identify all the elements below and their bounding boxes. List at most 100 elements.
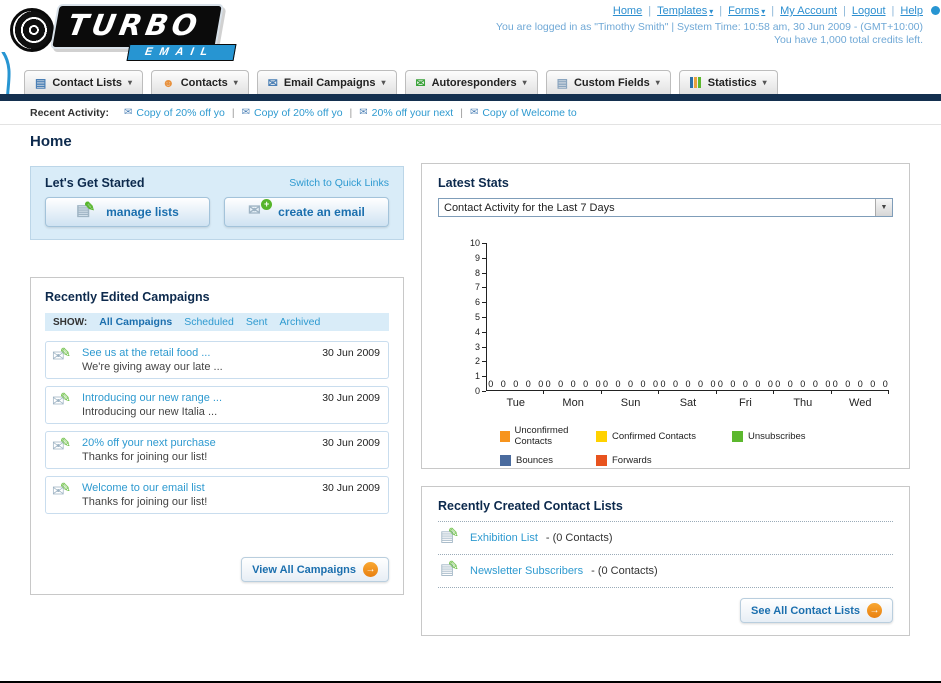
header-link-logout[interactable]: Logout	[852, 5, 886, 17]
chart-y-tick-label: 8	[475, 268, 486, 278]
filter-sent[interactable]: Sent	[246, 316, 268, 328]
stats-range-select[interactable]: Contact Activity for the Last 7 Days ▼	[438, 198, 893, 217]
contact-list-link[interactable]: Newsletter Subscribers	[470, 565, 583, 577]
campaign-date: 30 Jun 2009	[322, 437, 380, 449]
recent-activity-item[interactable]: ✉ Copy of Welcome to	[470, 107, 577, 119]
envelope-icon: ✉	[469, 107, 479, 118]
latest-stats-panel: Latest Stats Contact Activity for the La…	[421, 163, 910, 469]
chart-y-axis: 10 9 8 7 6 5 4 3 2 1 0	[460, 239, 486, 396]
legend-label: Forwards	[612, 455, 652, 466]
header-link-forms[interactable]: Forms ▾	[728, 5, 765, 17]
login-status-text: You are logged in as "Timothy Smith" | S…	[496, 21, 923, 33]
separator: |	[460, 106, 463, 119]
header-link-templates[interactable]: Templates ▾	[657, 5, 713, 17]
separator: |	[349, 106, 353, 119]
select-dropdown-arrow-icon[interactable]: ▼	[875, 199, 892, 216]
legend-label: Bounces	[516, 455, 553, 466]
header-link-help[interactable]: Help	[900, 5, 923, 17]
envelope-icon: ✉	[123, 107, 133, 118]
contact-list-count: - (0 Contacts)	[545, 532, 613, 544]
envelope-edit-icon: ✉ ✎	[52, 345, 71, 365]
chevron-down-icon: ▾	[128, 78, 133, 87]
chart-y-tick-label: 3	[475, 342, 486, 352]
chart-category-label: Wed	[849, 397, 872, 409]
contact-list-row[interactable]: ▤ ✎ Newsletter Subscribers - (0 Contacts…	[438, 554, 893, 588]
chart-value-labels: 0 0 0 0 0	[775, 379, 831, 389]
main-navigation: ▤ Contact Lists ▾ ☻ Contacts ▾ ✉ Email C…	[0, 70, 941, 94]
chart-groups: 0 0 0 0 00 0 0 0 00 0 0 0 00 0 0 0 00 0 …	[487, 379, 889, 389]
filter-scheduled[interactable]: Scheduled	[184, 316, 234, 328]
pencil-list-icon: ▤ ✎	[440, 525, 459, 545]
chevron-down-icon: ▾	[709, 6, 714, 16]
switch-quick-links-link[interactable]: Switch to Quick Links	[289, 177, 389, 189]
page-title: Home	[30, 133, 72, 150]
recent-activity-item[interactable]: ✉ Copy of 20% off yo	[242, 107, 343, 119]
chart-y-tick-label: 9	[475, 253, 486, 263]
chart-value-labels: 0 0 0 0 0	[660, 379, 716, 389]
latest-stats-title: Latest Stats	[438, 176, 509, 190]
campaign-title-link[interactable]: 20% off your next purchase	[82, 437, 216, 449]
campaign-date: 30 Jun 2009	[322, 392, 380, 404]
legend-swatch	[596, 455, 607, 466]
arrow-right-icon: →	[363, 562, 378, 577]
chart-category-label: Thu	[793, 397, 813, 409]
campaign-row[interactable]: ✉ ✎ Welcome to our email list Thanks for…	[45, 476, 389, 514]
campaign-title-link[interactable]: See us at the retail food ...	[82, 347, 210, 359]
contact-list-link[interactable]: Exhibition List	[470, 532, 538, 544]
recent-activity-item[interactable]: ✉ 20% off your next	[359, 107, 453, 119]
campaign-row[interactable]: ✉ ✎ 20% off your next purchase Thanks fo…	[45, 431, 389, 469]
envelope-edit-icon: ✉ ✎	[52, 480, 71, 500]
logo-text-turbo: TURBO	[50, 4, 225, 49]
tab-custom-fields[interactable]: ▤ Custom Fields ▾	[545, 70, 671, 94]
statistics-icon	[689, 77, 702, 88]
campaigns-list: ✉ ✎ See us at the retail food ... We're …	[45, 341, 389, 514]
create-email-button[interactable]: ✉ + create an email	[224, 197, 389, 227]
tab-contacts[interactable]: ☻ Contacts ▾	[151, 70, 249, 94]
contact-lists-icon: ▤	[35, 75, 47, 90]
campaign-subtitle: Thanks for joining our list!	[82, 496, 208, 508]
see-all-contact-lists-button[interactable]: See All Contact Lists →	[739, 598, 893, 623]
contact-lists-panel: Recently Created Contact Lists ▤ ✎ Exhib…	[421, 486, 910, 636]
chart-category-label: Tue	[506, 397, 525, 409]
header-link-home[interactable]: Home	[613, 5, 642, 17]
campaign-row[interactable]: ✉ ✎ See us at the retail food ... We're …	[45, 341, 389, 379]
campaign-title-link[interactable]: Introducing our new range ...	[82, 392, 222, 404]
legend-item: Bounces	[500, 455, 596, 466]
tab-statistics[interactable]: Statistics ▾	[678, 70, 778, 94]
chart-y-tick-label: 2	[475, 357, 486, 366]
separator: |	[771, 5, 775, 17]
chart-value-labels: 0 0 0 0 0	[832, 379, 888, 389]
envelope-edit-icon: ✉ ✎	[52, 390, 71, 410]
tab-label: Custom Fields	[573, 76, 650, 89]
legend-label: Confirmed Contacts	[612, 430, 696, 442]
speedometer-icon	[10, 8, 54, 52]
contact-list-count: - (0 Contacts)	[591, 565, 658, 577]
chart-y-tick-label: 5	[475, 313, 486, 322]
turbo-email-logo[interactable]: TURBO EMAIL	[10, 4, 280, 61]
get-started-title: Let's Get Started	[45, 176, 145, 190]
separator: |	[891, 5, 895, 17]
legend-item: Unconfirmed Contacts	[500, 425, 596, 447]
tab-autoresponders[interactable]: ✉ Autoresponders ▾	[404, 70, 538, 94]
recent-activity-item[interactable]: ✉ Copy of 20% off yo	[124, 107, 225, 119]
campaign-date: 30 Jun 2009	[322, 482, 380, 494]
pencil-list-icon: ▤ ✎	[440, 558, 459, 578]
tab-contact-lists[interactable]: ▤ Contact Lists ▾	[24, 70, 144, 94]
filter-archived[interactable]: Archived	[279, 316, 320, 328]
campaigns-filter-bar: SHOW: All Campaigns Scheduled Sent Archi…	[45, 313, 389, 331]
chevron-down-icon: ▾	[233, 78, 238, 87]
header-link-my-account[interactable]: My Account	[780, 5, 837, 17]
manage-lists-button[interactable]: ▤ ✎ manage lists	[45, 197, 210, 227]
chart-legend: Unconfirmed Contacts Confirmed Contacts Un…	[500, 425, 889, 466]
tab-label: Contacts	[180, 76, 228, 89]
logo-text-email: EMAIL	[126, 44, 237, 61]
view-all-campaigns-button[interactable]: View All Campaigns →	[241, 557, 389, 582]
tab-label: Statistics	[707, 76, 757, 89]
chart-value-labels: 0 0 0 0 0	[717, 379, 773, 389]
filter-all-campaigns[interactable]: All Campaigns	[99, 316, 172, 328]
contact-list-row[interactable]: ▤ ✎ Exhibition List - (0 Contacts)	[438, 521, 893, 554]
legend-item: Forwards	[596, 455, 732, 466]
campaign-title-link[interactable]: Welcome to our email list	[82, 482, 205, 494]
tab-email-campaigns[interactable]: ✉ Email Campaigns ▾	[256, 70, 397, 94]
campaign-row[interactable]: ✉ ✎ Introducing our new range ... Introd…	[45, 386, 389, 424]
